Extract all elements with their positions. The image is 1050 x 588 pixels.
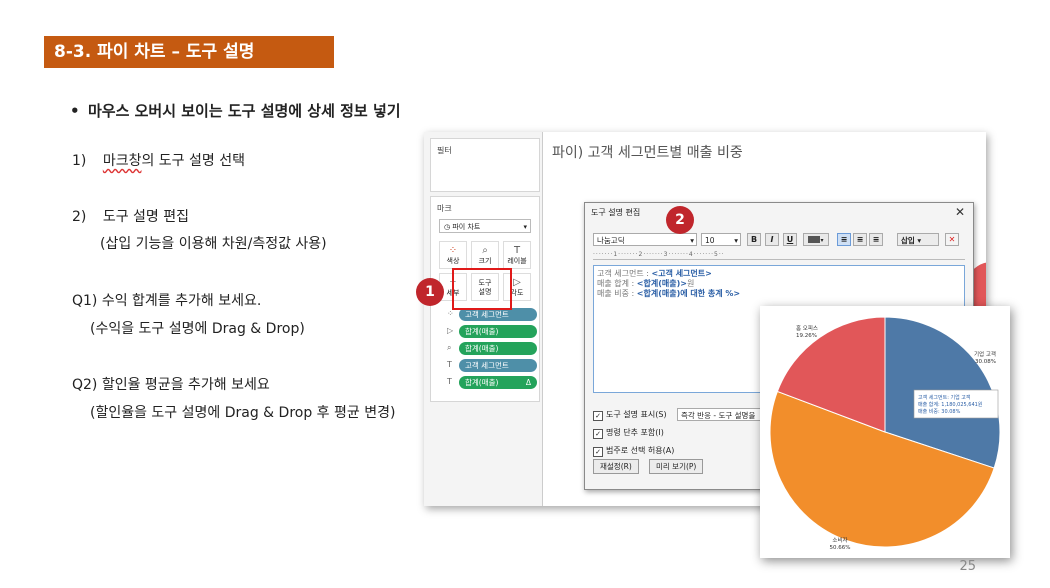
bold-button[interactable]: B [747,233,761,246]
marks-label: 마크 [437,204,452,213]
text-icon: T [447,360,452,369]
show-tooltip-checkbox[interactable]: ✓ 도구 설명 표시(S) [593,409,667,421]
label-button[interactable]: T 레이블 [503,241,531,269]
chevron-down-icon: ▾ [523,223,527,231]
highlight-box [452,268,512,310]
sheet-title: 파이) 고객 세그먼트별 매출 비중 [552,145,743,161]
clear-format-icon[interactable]: ✕ [945,233,959,246]
hover-tooltip: 고객 세그먼트: 기업 고객매출 합계: 1,180,025,641원매출 비중… [913,389,999,419]
slice-label: 기업 고객 30.08% [974,350,996,365]
step-2: 2) 도구 설명 편집 [72,209,190,225]
align-right-icon: ≡ [872,235,880,244]
color-button[interactable]: ⁘ 색상 [439,241,467,269]
slice-label: 소비자 50.66% [830,536,851,551]
filters-card[interactable]: 필터 [430,138,540,192]
angle-icon: ▷ [447,326,454,335]
step-2-sub: (삽입 기능을 이용해 차원/측정값 사용) [100,236,327,252]
pill-sales-label[interactable]: 합계(매출) Δ [459,376,537,389]
align-right-button[interactable]: ≡ [869,233,883,246]
insert-menu-button[interactable]: 삽입 ▾ [897,233,939,246]
font-select[interactable]: 나눔고딕 ▾ [593,233,697,246]
step-1-underlined: 마크창 [102,153,142,169]
pill-sales-size[interactable]: 합계(매출) [459,342,537,355]
tooltip-line: 고객 세그먼트: 기업 고객 [918,394,971,401]
q2-title: Q2) 할인율 평균을 추가해 보세요 [72,377,270,393]
chevron-down-icon: ▾ [690,236,694,245]
filters-label: 필터 [437,146,452,155]
color-icon: ⁘ [447,309,454,318]
mark-type-dropdown[interactable]: ◷ 파이 차트 ▾ [439,219,531,233]
align-left-button[interactable]: ≡ [837,233,851,246]
check-icon: ✓ [593,411,603,421]
q2-sub: (할인율을 도구 설명에 Drag & Drop 후 평균 변경) [90,405,396,421]
tooltip-line: 매출 합계: 1,180,025,641원 [918,401,983,408]
q1-sub: (수익을 도구 설명에 Drag & Drop) [90,321,305,337]
dialog-title: 도구 설명 편집 [591,208,641,217]
include-command-checkbox[interactable]: ✓ 명령 단추 포함(I) [593,427,664,439]
bullet-heading: • 마우스 오버시 보이는 도구 설명에 상세 정보 넣기 [70,102,401,120]
pill-segment-label[interactable]: 고객 세그먼트 [459,359,537,372]
check-icon: ✓ [593,429,603,439]
align-center-button[interactable]: ≡ [853,233,867,246]
slide-title: 8-3. 파이 차트 – 도구 설명 [44,36,334,68]
font-size-select[interactable]: 10 ▾ [701,233,741,246]
text-icon: T [447,377,452,386]
pill-sales-angle[interactable]: 합계(매출) [459,325,537,338]
response-select[interactable]: 즉각 반응 - 도구 설명을 [677,408,761,421]
chevron-down-icon: ▾ [734,236,738,245]
delta-icon: Δ [525,378,531,387]
left-pane: 필터 마크 ◷ 파이 차트 ▾ ⁘ 색상 ⌕ 크기 T 레이블 ⁘ 세부 도구 … [424,132,543,506]
allow-select-checkbox[interactable]: ✓ 범주로 선택 허용(A) [593,445,674,457]
step-badge-1: 1 [416,278,444,306]
color-icon: ⁘ [448,245,458,256]
pie-chart: 기업 고객 30.08% 소비자 50.66% 홈 오피스 19.26% 고객 세그먼트: … [769,316,1001,551]
q1-title: Q1) 수익 합계를 추가해 보세요. [72,293,262,309]
bullet-text: 마우스 오버시 보이는 도구 설명에 상세 정보 넣기 [88,102,401,120]
align-left-icon: ≡ [840,235,848,244]
color-swatch [808,236,821,243]
close-icon[interactable]: ✕ [955,205,965,219]
check-icon: ✓ [593,447,603,457]
underline-button[interactable]: U [783,233,797,246]
chevron-down-icon: ▾ [820,237,824,244]
align-center-icon: ≡ [856,235,864,244]
text-icon: T [513,245,521,256]
size-button[interactable]: ⌕ 크기 [471,241,499,269]
font-color-button[interactable]: ▾ [803,233,829,246]
page-number: 25 [959,559,976,574]
editor-line: 매출 비중 : <합계(매출)에 대한 총계 %> [597,289,741,298]
step-badge-2: 2 [666,206,694,234]
ruler: ·······1·······2·······3·······4·······5… [593,251,965,260]
slice-label: 홈 오피스 19.26% [796,324,818,339]
size-icon: ⌕ [482,245,488,256]
pie-chart-panel: 기업 고객 30.08% 소비자 50.66% 홈 오피스 19.26% 고객 세그먼트: … [760,306,1010,558]
step-1: 1) 마크창의 도구 설명 선택 [72,153,245,169]
editor-line: 고객 세그먼트 : <고객 세그먼트> [597,269,712,278]
italic-button[interactable]: I [765,233,779,246]
preview-button[interactable]: 미리 보기(P) [649,459,704,474]
size-icon: ⌕ [447,343,452,352]
editor-line: 매출 합계 : <합계(매출)>원 [597,279,695,288]
reset-button[interactable]: 재설정(R) [593,459,639,474]
tooltip-line: 매출 비중: 30.08% [918,408,961,415]
